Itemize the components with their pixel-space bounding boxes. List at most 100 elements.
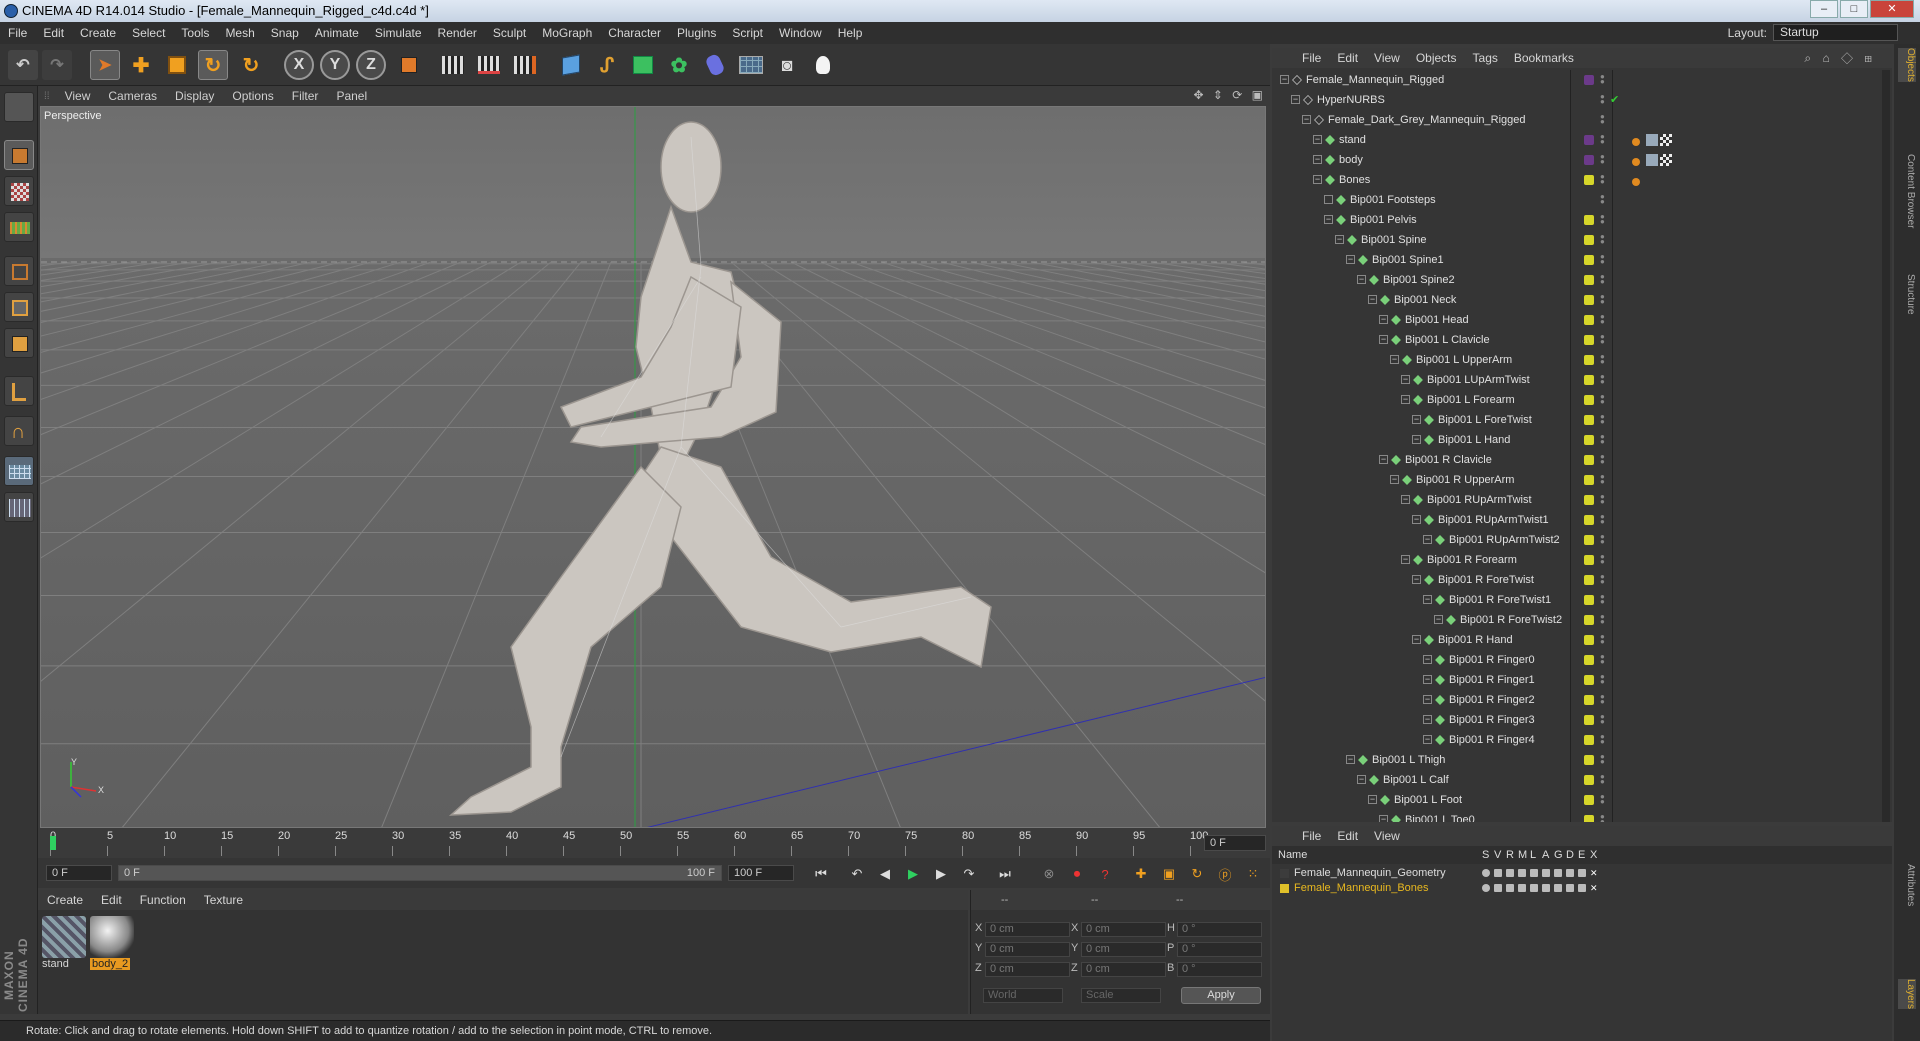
key-parameter-button[interactable]: ⓟ <box>1214 864 1236 884</box>
scale-tool-button[interactable] <box>162 50 192 80</box>
menu-snap[interactable]: Snap <box>263 26 307 40</box>
visibility-dots[interactable]: ● ● <box>1600 713 1605 726</box>
layer-color-tag[interactable] <box>1584 215 1594 225</box>
expand-toggle[interactable]: − <box>1412 435 1421 444</box>
previous-frame-button[interactable]: ◀ <box>874 864 896 884</box>
layer-color-tag[interactable] <box>1584 775 1594 785</box>
visibility-dots[interactable]: ● ● <box>1600 233 1605 246</box>
layer-menu-edit[interactable]: Edit <box>1329 829 1366 843</box>
minimize-button[interactable]: – <box>1810 0 1838 18</box>
layer-color-tag[interactable] <box>1584 375 1594 385</box>
snap-button[interactable]: ∩ <box>4 416 34 446</box>
object-row[interactable]: − Bip001 R Finger1 ● ● <box>1272 670 1892 690</box>
object-tags[interactable] <box>1632 173 1692 187</box>
viewport-menu-panel[interactable]: Panel <box>327 89 376 103</box>
layer-toggle-icon[interactable] <box>1566 884 1574 892</box>
constraint-tag-icon[interactable] <box>1632 158 1640 166</box>
expand-toggle[interactable]: − <box>1302 115 1311 124</box>
visibility-dots[interactable]: ● ● <box>1600 253 1605 266</box>
expand-toggle[interactable]: − <box>1423 535 1432 544</box>
preview-range-slider[interactable]: 0 F 100 F <box>118 865 722 881</box>
visibility-dots[interactable]: ● ● <box>1600 153 1605 166</box>
texture-tag-icon[interactable] <box>1646 154 1658 166</box>
layer-toggle-icon[interactable] <box>1566 869 1574 877</box>
coord-value-field[interactable]: 0 cm <box>985 962 1070 977</box>
autokeying-button[interactable]: ? <box>1094 864 1116 884</box>
menu-script[interactable]: Script <box>724 26 771 40</box>
object-row[interactable]: − Bip001 L Hand ● ● <box>1272 430 1892 450</box>
layer-color-tag[interactable] <box>1584 75 1594 85</box>
enabled-check-icon[interactable]: ✔ <box>1610 90 1619 110</box>
select-tool-button[interactable]: ➤ <box>90 50 120 80</box>
apply-button[interactable]: Apply <box>1181 987 1261 1004</box>
close-button[interactable]: ✕ <box>1870 0 1914 18</box>
object-row[interactable]: − Bip001 RUpArmTwist1 ● ● <box>1272 510 1892 530</box>
visibility-dots[interactable]: ● ● <box>1600 273 1605 286</box>
visibility-dots[interactable]: ● ● <box>1600 553 1605 566</box>
expand-toggle[interactable]: − <box>1291 95 1300 104</box>
layer-toggle-icon[interactable] <box>1554 869 1562 877</box>
object-row[interactable]: − Bip001 Neck ● ● <box>1272 290 1892 310</box>
expand-toggle[interactable]: − <box>1423 655 1432 664</box>
object-row[interactable]: − Bip001 L Thigh ● ● <box>1272 750 1892 770</box>
material-menu-create[interactable]: Create <box>38 893 92 907</box>
camera-button[interactable]: ◙ <box>772 50 802 80</box>
locked-workplane-button[interactable] <box>4 492 34 522</box>
expand-toggle[interactable]: − <box>1324 215 1333 224</box>
visibility-dots[interactable]: ● ● <box>1600 293 1605 306</box>
x-axis-lock-button[interactable]: X <box>284 50 314 80</box>
object-menu-tags[interactable]: Tags <box>1465 51 1506 65</box>
model-mode-button[interactable] <box>4 140 34 170</box>
object-row[interactable]: − Bip001 RUpArmTwist2 ● ● <box>1272 530 1892 550</box>
layer-color-tag[interactable] <box>1584 555 1594 565</box>
timeline-ruler[interactable]: 0510152025303540455055606570758085909510… <box>38 828 1270 858</box>
object-row[interactable]: − Bip001 LUpArmTwist ● ● <box>1272 370 1892 390</box>
maximize-button[interactable]: □ <box>1840 0 1868 18</box>
menu-character[interactable]: Character <box>600 26 669 40</box>
object-row[interactable]: − stand ● ● <box>1272 130 1892 150</box>
layer-color-tag[interactable] <box>1584 815 1594 822</box>
layer-toggle-icon[interactable] <box>1482 869 1490 877</box>
coord-value-field[interactable]: 0 cm <box>1081 922 1166 937</box>
expand-toggle[interactable]: − <box>1423 735 1432 744</box>
visibility-dots[interactable]: ● ● <box>1600 393 1605 406</box>
object-row[interactable]: − Female_Mannequin_Rigged ● ● <box>1272 70 1892 90</box>
object-manager-scrollbar[interactable] <box>1882 70 1890 822</box>
texture-mode-button[interactable] <box>4 176 34 206</box>
expand-toggle[interactable]: − <box>1401 395 1410 404</box>
layer-toggle-icon[interactable]: ✕ <box>1590 884 1598 893</box>
key-pla-button[interactable]: ⁙ <box>1242 864 1264 884</box>
layer-toggle-icon[interactable]: ✕ <box>1590 869 1598 878</box>
expand-toggle[interactable]: − <box>1379 315 1388 324</box>
next-key-button[interactable]: ↷ <box>958 864 980 884</box>
layer-toggle-icon[interactable] <box>1506 869 1514 877</box>
object-row[interactable]: − Bip001 Spine1 ● ● <box>1272 250 1892 270</box>
expand-toggle[interactable]: − <box>1379 335 1388 344</box>
coord-value-field[interactable]: 0 cm <box>985 942 1070 957</box>
layout-dropdown[interactable]: Startup <box>1773 24 1898 41</box>
scene-floor-button[interactable] <box>736 50 766 80</box>
coord-value-field[interactable]: 0 ° <box>1177 962 1262 977</box>
layer-toggle-icon[interactable] <box>1554 884 1562 892</box>
visibility-dots[interactable]: ● ● <box>1600 773 1605 786</box>
layer-color-tag[interactable] <box>1584 275 1594 285</box>
menu-animate[interactable]: Animate <box>307 26 367 40</box>
side-tab-content-browser[interactable]: Content Browser <box>1898 154 1916 228</box>
object-row[interactable]: − Bip001 R ForeTwist ● ● <box>1272 570 1892 590</box>
object-row[interactable]: − Bip001 L ForeTwist ● ● <box>1272 410 1892 430</box>
menu-select[interactable]: Select <box>124 26 173 40</box>
object-menu-file[interactable]: File <box>1294 51 1329 65</box>
visibility-dots[interactable]: ● ● <box>1600 353 1605 366</box>
visibility-dots[interactable]: ● ● <box>1600 533 1605 546</box>
polygons-mode-button[interactable] <box>4 328 34 358</box>
object-row[interactable]: − Bip001 Spine ● ● <box>1272 230 1892 250</box>
visibility-dots[interactable]: ● ● <box>1600 373 1605 386</box>
coord-value-field[interactable]: 0 cm <box>1081 962 1166 977</box>
expand-toggle[interactable]: − <box>1379 455 1388 464</box>
layer-color-tag[interactable] <box>1584 675 1594 685</box>
viewport-menu-filter[interactable]: Filter <box>283 89 328 103</box>
visibility-dots[interactable]: ● ● <box>1600 213 1605 226</box>
menu-create[interactable]: Create <box>72 26 124 40</box>
expand-toggle[interactable]: − <box>1412 515 1421 524</box>
visibility-dots[interactable]: ● ● <box>1600 633 1605 646</box>
